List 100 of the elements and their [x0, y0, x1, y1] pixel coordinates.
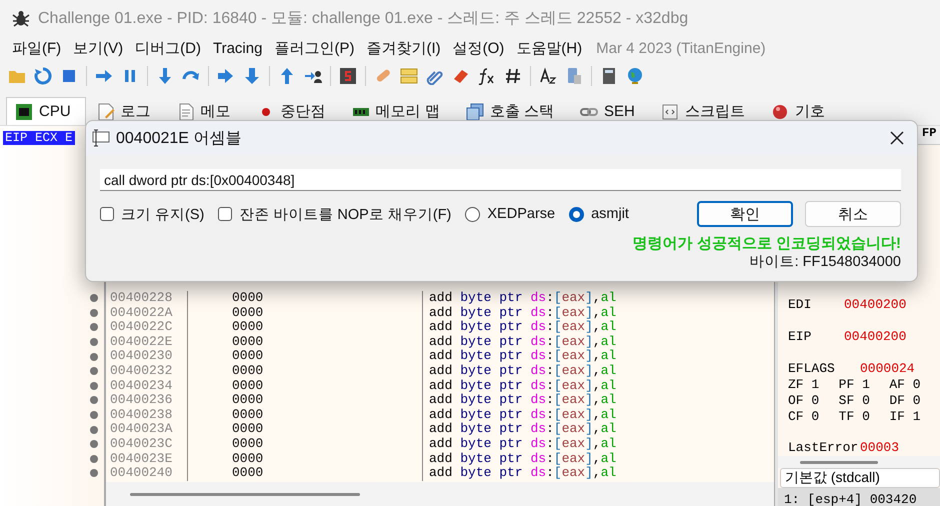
flag-value[interactable]: SF 0 [838, 393, 890, 409]
tab[interactable]: 기호 [762, 97, 840, 125]
breakpoint-dot[interactable] [90, 308, 98, 317]
register-value[interactable]: 0000024 [860, 361, 915, 377]
cancel-button[interactable]: 취소 [805, 201, 901, 227]
calculator-icon[interactable] [600, 67, 618, 85]
tab[interactable]: CPU [6, 97, 86, 125]
device-icon[interactable] [565, 67, 583, 85]
menu-item[interactable]: 디버그(D) [129, 38, 207, 58]
tab[interactable]: 메모리 맵 [342, 97, 455, 125]
tab[interactable]: SEH [571, 97, 650, 125]
flag-value[interactable]: IF 1 [889, 409, 940, 425]
scrollbar[interactable] [800, 460, 878, 464]
breakpoint-dot[interactable] [90, 411, 98, 420]
instruction-cell-text: add byte ptr ds:[eax],al [428, 452, 618, 466]
menu-item[interactable]: 즐겨찾기(I) [360, 38, 447, 58]
stack-row[interactable]: 1: [esp+4] 003420 [778, 488, 940, 506]
hash-icon[interactable] [504, 67, 522, 85]
breakpoint-dot[interactable] [90, 323, 98, 332]
sphere-icon [770, 102, 789, 120]
breakpoint-dot[interactable] [90, 338, 98, 346]
breakpoint-dot[interactable] [90, 440, 98, 448]
breakpoint-dot[interactable] [90, 469, 98, 478]
flag-value[interactable]: PF 1 [838, 377, 890, 393]
register-value[interactable]: 00400200 [844, 297, 906, 313]
flag-value[interactable]: TF 0 [838, 409, 890, 425]
tab[interactable]: 스크립트 [652, 97, 760, 125]
instruction-field[interactable]: call dword ptr ds:[0x00400348] [100, 169, 901, 191]
instruction-cell-text: add byte ptr ds:[eax],al [428, 466, 618, 481]
menu-item[interactable]: Tracing [206, 40, 268, 56]
radio-button[interactable] [569, 206, 584, 222]
calling-convention-dropdown[interactable]: 기본값 (stdcall) [780, 468, 940, 488]
status-message: 명령어가 성공적으로 인코딩되었습니다! [632, 235, 901, 253]
bytes-cell: 0000 [188, 466, 423, 481]
bytes-cell: 0000 [188, 306, 423, 320]
tab[interactable]: 호출 스택 [456, 97, 570, 125]
bytes-cell: 0000 [188, 349, 423, 364]
address-cell: 00400232 [106, 364, 188, 379]
menu-item[interactable]: 설정(O) [446, 38, 510, 58]
menu-item[interactable]: 플러그인(P) [268, 38, 360, 58]
tab[interactable]: 중단점 [248, 97, 341, 125]
flag-value[interactable]: CF 0 [788, 409, 839, 425]
close-icon [890, 131, 904, 145]
menu-item[interactable]: 파일(F) [6, 38, 68, 58]
dialog-icon [92, 129, 110, 147]
restart-icon[interactable] [34, 67, 52, 85]
address-cell: 00400236 [106, 393, 188, 408]
instruction-cell-text: add byte ptr ds:[eax],al [428, 306, 618, 320]
tab[interactable]: 로그 [88, 97, 166, 125]
build-info: Mar 4 2023 (TitanEngine) [595, 40, 767, 56]
breakpoint-dot[interactable] [90, 382, 98, 390]
menu-item[interactable]: 도움말(H) [510, 38, 588, 58]
ok-button[interactable]: 확인 [697, 201, 793, 227]
radio-label: asmjit [591, 206, 629, 222]
address-cell: 00400238 [106, 408, 188, 422]
chip-icon [15, 102, 33, 120]
instruction-cell-text: add byte ptr ds:[eax],al [428, 378, 618, 394]
register-label-header: EIP ECX E [3, 131, 75, 145]
function-icon[interactable] [478, 67, 496, 85]
double-arrow-icon[interactable] [217, 67, 235, 85]
breakpoint-dot[interactable] [90, 396, 98, 404]
flag-value[interactable]: OF 0 [788, 393, 839, 409]
bug-icon [12, 9, 30, 27]
arrow-up-icon[interactable] [278, 67, 296, 85]
breakpoint-dot[interactable] [90, 294, 98, 302]
address-cell: 0040023C [106, 436, 188, 452]
encoded-bytes: 바이트: FF1548034000 [750, 253, 901, 271]
breakpoint-dot[interactable] [90, 352, 98, 361]
script-s-icon[interactable] [339, 67, 357, 85]
register-name: EFLAGS [788, 361, 836, 377]
flag-value[interactable]: ZF 1 [788, 377, 839, 393]
arrow-down-icon[interactable] [243, 67, 261, 85]
flag-value[interactable]: AF 0 [889, 377, 940, 393]
bookmark-icon[interactable] [452, 67, 470, 85]
address-cell: 0040023A [106, 422, 188, 437]
globe-icon[interactable] [626, 67, 644, 85]
register-value[interactable]: 00400200 [844, 329, 906, 345]
comment-icon[interactable] [400, 67, 418, 85]
arrow-down-icon[interactable] [156, 67, 174, 85]
panel-tab[interactable]: FP [922, 126, 936, 144]
register-value[interactable]: 00003 [860, 440, 900, 456]
bytes-cell: 0000 [188, 378, 423, 394]
checkbox[interactable] [100, 207, 114, 221]
flag-value[interactable]: DF 0 [889, 393, 940, 409]
breakpoint-dot[interactable] [90, 454, 98, 463]
checkbox[interactable] [218, 207, 232, 221]
instruction-cell-text: add byte ptr ds:[eax],al [428, 334, 618, 350]
font-size-icon[interactable] [539, 67, 557, 85]
breakpoint-dot[interactable] [90, 367, 98, 376]
scrollbar[interactable] [130, 492, 360, 496]
instruction-cell-text: add byte ptr ds:[eax],al [428, 436, 618, 452]
radio-button[interactable] [465, 206, 480, 222]
menu-item[interactable]: 보기(V) [67, 38, 130, 58]
tab[interactable]: 메모 [168, 97, 246, 125]
bytes-cell: 0000 [188, 422, 423, 437]
stop-icon[interactable] [60, 67, 78, 85]
arrow-right-icon[interactable] [95, 67, 113, 85]
register-name: EDI [788, 297, 812, 313]
breakpoint-dot[interactable] [90, 426, 98, 434]
instruction-cell-text: add byte ptr ds:[eax],al [428, 408, 618, 422]
